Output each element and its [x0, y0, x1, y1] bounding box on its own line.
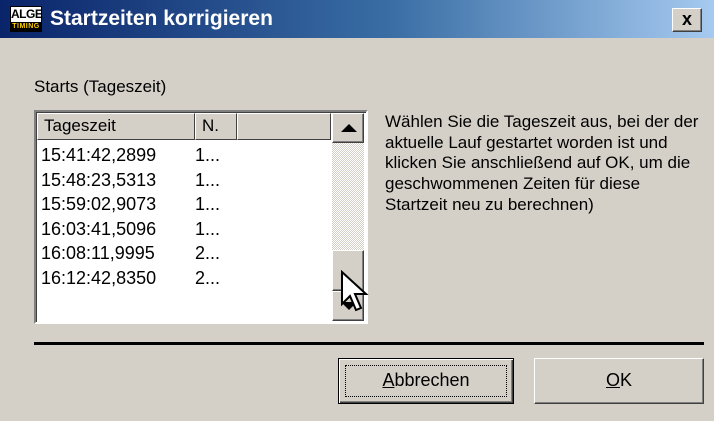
arrow-up-icon [341, 124, 357, 132]
instructions-text: Wählen Sie die Tageszeit aus, bei der de… [385, 112, 699, 214]
starts-list[interactable]: Tageszeit N. 15:41:42,2899 1... 15:48:23… [34, 110, 368, 324]
start-time: 15:48:23,5313 [41, 169, 157, 190]
list-item[interactable]: 15:48:23,5313 1... [41, 168, 331, 193]
start-number: 1... [195, 218, 221, 239]
start-number: 2... [195, 243, 221, 263]
title-bar[interactable]: ALGE TIMING Startzeiten korrigieren x [0, 0, 714, 38]
column-header-tageszeit[interactable]: Tageszeit [37, 113, 195, 140]
list-header: Tageszeit N. [37, 113, 331, 140]
cancel-button[interactable]: Abbrechen [338, 358, 514, 404]
list-item[interactable]: 16:03:41,5096 1... [41, 217, 331, 242]
start-number: 2... [195, 267, 221, 288]
close-button[interactable]: x [672, 8, 702, 32]
list-item[interactable]: 15:41:42,2899 1... [41, 143, 331, 168]
app-logo: ALGE TIMING [10, 6, 43, 32]
starts-group-label: Starts (Tageszeit) [34, 77, 167, 96]
window-title: Startzeiten korrigieren [50, 7, 273, 30]
list-item[interactable]: 15:59:02,9073 1... [41, 192, 331, 217]
column-header-empty[interactable] [237, 113, 331, 140]
start-time: 15:41:42,2899 [41, 145, 157, 165]
column-header-n[interactable]: N. [195, 113, 237, 140]
start-time: 16:03:41,5096 [41, 218, 157, 239]
close-icon: x [681, 9, 692, 29]
list-item[interactable]: 16:12:42,8350 2... [41, 266, 331, 291]
start-number: 1... [195, 145, 221, 165]
list-item[interactable]: 16:08:11,9995 2... [41, 241, 331, 266]
list-rows: 15:41:42,2899 1... 15:48:23,5313 1... 15… [41, 143, 331, 290]
start-time: 15:59:02,9073 [41, 194, 157, 214]
scroll-up-button[interactable] [332, 113, 364, 143]
ok-button[interactable]: OK [534, 358, 704, 404]
start-number: 1... [195, 169, 221, 190]
start-time: 16:08:11,9995 [41, 243, 155, 263]
separator-line [34, 342, 704, 345]
mouse-cursor-icon [341, 270, 369, 312]
start-time: 16:12:42,8350 [41, 267, 157, 288]
start-number: 1... [195, 194, 221, 214]
